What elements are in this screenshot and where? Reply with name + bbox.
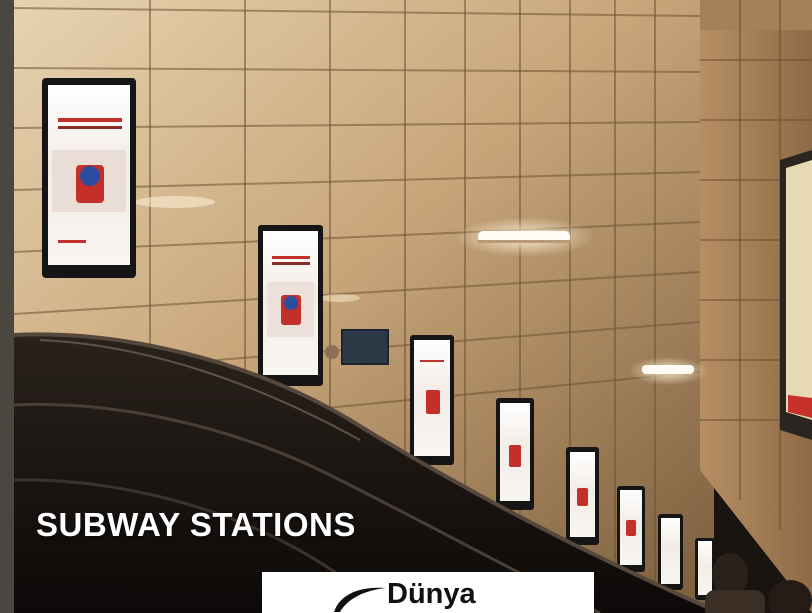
ad-screen bbox=[658, 514, 683, 590]
caption-text: SUBWAY STATIONS bbox=[36, 506, 356, 543]
ad-screen bbox=[566, 447, 599, 545]
ad-screen bbox=[410, 335, 454, 465]
info-plate bbox=[341, 329, 389, 365]
wall-lamp bbox=[455, 217, 595, 257]
wall-lamp bbox=[628, 357, 708, 385]
swoosh-icon bbox=[334, 587, 386, 612]
subway-photo: SUBWAY STATIONS Dünya bbox=[0, 0, 812, 613]
billboard bbox=[780, 150, 812, 440]
ad-screen bbox=[42, 78, 136, 278]
logo-text: Dünya bbox=[387, 578, 476, 610]
ad-screen bbox=[496, 398, 534, 510]
ad-screen bbox=[617, 486, 645, 572]
ad-screen bbox=[258, 225, 323, 386]
brand-logo: Dünya bbox=[262, 572, 594, 613]
